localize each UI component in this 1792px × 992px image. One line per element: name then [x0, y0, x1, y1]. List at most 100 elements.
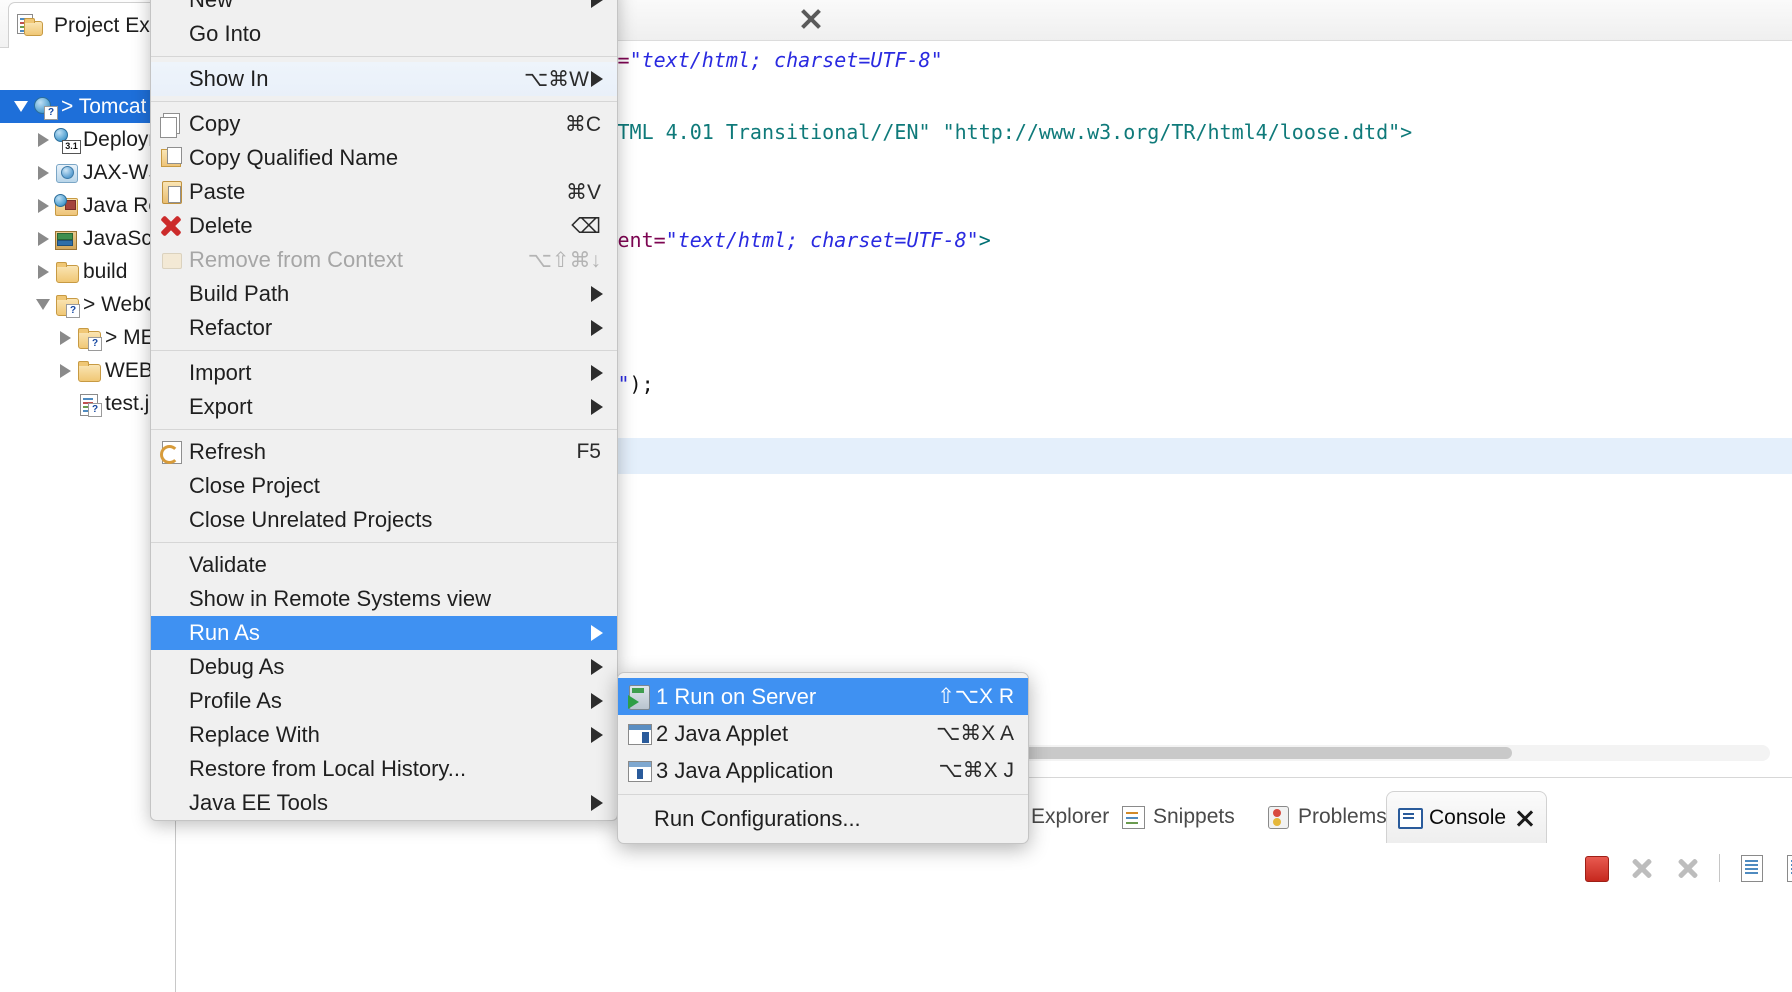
close-icon[interactable]	[1514, 807, 1536, 829]
menu-item-shortcut: ⌫	[571, 214, 603, 239]
console-icon	[1397, 806, 1421, 830]
menu-item-shortcut: ⌥⇧⌘↓	[528, 248, 603, 273]
console-toolbar[interactable]	[1581, 853, 1792, 883]
menu-item-label: Replace With	[189, 722, 591, 748]
menu-item-close-project[interactable]: Close Project	[151, 469, 617, 503]
expand-arrow-right-icon[interactable]	[32, 166, 54, 180]
menu-item-label: Show In	[189, 66, 524, 92]
eclipse-ide-window: Project Explorer ?> Tomcat3.1Deployment …	[0, 0, 1792, 992]
view-tab-explorer[interactable]: Explorer	[1021, 791, 1119, 843]
submenu-arrow-icon	[591, 795, 603, 811]
expand-arrow-right-icon[interactable]	[32, 199, 54, 213]
view-tab-problems[interactable]: Problems	[1256, 791, 1397, 843]
dynamic-web-project-icon: ?	[32, 95, 58, 119]
submenu-arrow-icon	[591, 320, 603, 336]
menu-item-label: Debug As	[189, 654, 591, 680]
tree-item-label: > Tomcat	[61, 95, 146, 119]
menu-item-new[interactable]: New	[151, 0, 617, 17]
menu-item-go-into[interactable]: Go Into	[151, 17, 617, 51]
tree-item-label: build	[83, 260, 127, 284]
submenu-arrow-icon	[591, 0, 603, 8]
menu-item-refactor[interactable]: Refactor	[151, 311, 617, 345]
menu-item-remove-from-context: Remove from Context⌥⇧⌘↓	[151, 243, 617, 277]
menu-item-show-in-remote-systems-view[interactable]: Show in Remote Systems view	[151, 582, 617, 616]
menu-item-run-as[interactable]: Run As	[151, 616, 617, 650]
submenu-item-2-java-applet[interactable]: 2 Java Applet⌥⌘X A	[618, 715, 1028, 752]
menu-item-shortcut: ⌘V	[566, 180, 603, 205]
menu-item-export[interactable]: Export	[151, 390, 617, 424]
menu-item-delete[interactable]: Delete⌫	[151, 209, 617, 243]
submenu-item-label: 3 Java Application	[656, 758, 833, 784]
menu-item-label: Copy Qualified Name	[189, 145, 603, 171]
view-tab-console[interactable]: Console	[1386, 791, 1547, 843]
expand-arrow-down-icon[interactable]	[32, 299, 54, 310]
view-tab-label: Problems	[1298, 805, 1387, 829]
submenu-arrow-icon	[591, 365, 603, 381]
expand-arrow-right-icon[interactable]	[32, 232, 54, 246]
menu-item-label: Remove from Context	[189, 247, 528, 273]
menu-item-replace-with[interactable]: Replace With	[151, 718, 617, 752]
expand-arrow-down-icon[interactable]	[10, 101, 32, 112]
menu-separator	[151, 101, 617, 102]
expand-arrow-right-icon[interactable]	[54, 364, 76, 378]
menu-item-paste[interactable]: Paste⌘V	[151, 175, 617, 209]
menu-item-label: Copy	[189, 111, 565, 137]
remove-launch-icon[interactable]	[1627, 853, 1657, 883]
menu-item-close-unrelated-projects[interactable]: Close Unrelated Projects	[151, 503, 617, 537]
run-as-submenu[interactable]: 1 Run on Server⇧⌥X R2 Java Applet⌥⌘X A3 …	[617, 672, 1029, 844]
java-applet-icon	[627, 722, 651, 746]
menu-item-debug-as[interactable]: Debug As	[151, 650, 617, 684]
expand-arrow-right-icon[interactable]	[32, 133, 54, 147]
view-tab-snippets[interactable]: Snippets	[1111, 791, 1245, 843]
menu-item-label: New	[189, 0, 591, 13]
menu-item-label: Close Project	[189, 473, 603, 499]
menu-item-label: Run As	[189, 620, 591, 646]
submenu-item-run-configurations[interactable]: Run Configurations...	[618, 800, 1028, 837]
menu-item-profile-as[interactable]: Profile As	[151, 684, 617, 718]
code-token: );	[630, 372, 654, 396]
stop-icon[interactable]	[1581, 853, 1611, 883]
project-explorer-icon	[17, 14, 43, 38]
menu-item-label: Refactor	[189, 315, 591, 341]
java-application-icon	[627, 759, 651, 783]
menu-separator	[151, 56, 617, 57]
menu-item-import[interactable]: Import	[151, 356, 617, 390]
menu-item-refresh[interactable]: RefreshF5	[151, 435, 617, 469]
code-token: "text/html; charset=UTF-8"	[666, 228, 979, 252]
paste-icon	[159, 180, 183, 204]
remove-all-launches-icon[interactable]	[1673, 853, 1703, 883]
pin-console-icon[interactable]	[1782, 853, 1792, 883]
copy-icon	[159, 112, 183, 136]
menu-item-validate[interactable]: Validate	[151, 548, 617, 582]
menu-item-label: Export	[189, 394, 591, 420]
menu-item-copy[interactable]: Copy⌘C	[151, 107, 617, 141]
submenu-item-shortcut: ⌥⌘X J	[938, 758, 1014, 783]
menu-item-restore-from-local-history[interactable]: Restore from Local History...	[151, 752, 617, 786]
expand-arrow-right-icon[interactable]	[32, 265, 54, 279]
jsp-file-icon: ?	[76, 392, 102, 416]
submenu-arrow-icon	[591, 727, 603, 743]
refresh-icon	[159, 440, 183, 464]
expand-arrow-right-icon[interactable]	[54, 331, 76, 345]
submenu-arrow-icon	[591, 286, 603, 302]
folder-icon	[54, 260, 80, 284]
submenu-item-1-run-on-server[interactable]: 1 Run on Server⇧⌥X R	[618, 678, 1028, 715]
menu-item-label: Validate	[189, 552, 603, 578]
menu-item-shortcut: ⌘C	[565, 112, 603, 137]
open-console-icon[interactable]	[1736, 853, 1766, 883]
code-token: "text/html; charset=UTF-8"	[630, 48, 943, 72]
menu-item-copy-qualified-name[interactable]: Copy Qualified Name	[151, 141, 617, 175]
submenu-arrow-icon	[591, 659, 603, 675]
submenu-arrow-icon	[591, 71, 603, 87]
project-context-menu[interactable]: New Go Into Show In⌥⌘W Copy⌘C Copy Qualified…	[150, 0, 618, 821]
toolbar-divider	[1719, 854, 1720, 882]
problems-icon	[1266, 805, 1290, 829]
folder-icon	[76, 359, 102, 383]
menu-item-show-in[interactable]: Show In⌥⌘W	[151, 62, 617, 96]
menu-item-java-ee-tools[interactable]: Java EE Tools	[151, 786, 617, 820]
menu-separator	[151, 429, 617, 430]
editor-close-icon[interactable]	[798, 6, 824, 32]
menu-item-shortcut: F5	[576, 440, 603, 464]
submenu-item-3-java-application[interactable]: 3 Java Application ⌥⌘X J	[618, 752, 1028, 789]
menu-item-build-path[interactable]: Build Path	[151, 277, 617, 311]
